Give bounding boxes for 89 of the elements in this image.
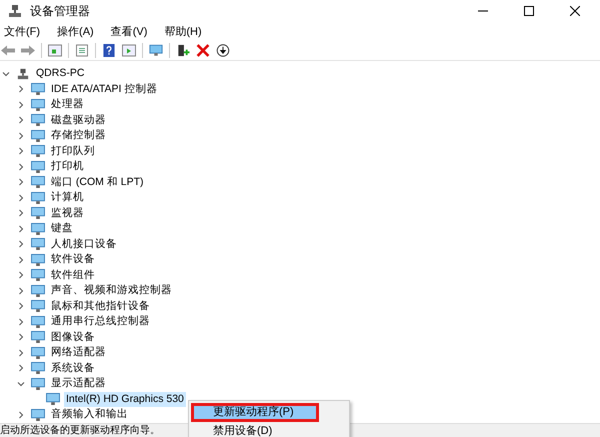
tree-item[interactable]: IDE ATA/ATAPI 控制器 [49, 82, 160, 97]
window-play-icon[interactable] [122, 44, 136, 56]
expand-chevron-icon[interactable] [17, 100, 25, 109]
tree-item[interactable]: 磁盘驱动器 [49, 112, 108, 128]
tree-item[interactable]: 端口 (COM 和 LPT) [49, 174, 146, 190]
tree-item[interactable]: 软件设备 [49, 252, 97, 268]
device-icon [31, 408, 45, 421]
monitor-scan-icon[interactable] [149, 44, 163, 56]
device-icon [31, 114, 45, 126]
tree-item[interactable]: 软件组件 [49, 268, 97, 283]
tree-item[interactable]: QDRS-PC [34, 66, 86, 82]
expand-chevron-icon[interactable] [17, 240, 25, 248]
device-icon [31, 98, 45, 111]
tree-item[interactable]: 通用串行总线控制器 [49, 314, 152, 330]
menu-item[interactable]: 文件(F) [4, 24, 40, 38]
maximize-icon[interactable] [524, 6, 534, 16]
tree-item[interactable]: 声音、视频和游戏控制器 [49, 283, 174, 298]
expand-chevron-icon[interactable] [17, 302, 25, 310]
expand-chevron-icon[interactable] [17, 271, 25, 280]
device-icon [31, 284, 45, 297]
device-icon [31, 331, 45, 344]
tree-item[interactable]: 音频输入和输出 [49, 407, 130, 422]
computer-icon [16, 68, 30, 80]
expand-chevron-icon[interactable] [17, 147, 25, 156]
tree-item[interactable]: Intel(R) HD Graphics 530 [64, 392, 186, 407]
tree-item[interactable]: 打印机 [49, 159, 86, 174]
download-icon[interactable] [216, 44, 230, 56]
tree-item[interactable]: 鼠标和其他指针设备 [49, 298, 152, 314]
expand-chevron-icon[interactable] [17, 224, 25, 233]
expand-chevron-icon[interactable] [17, 286, 25, 295]
tree-item[interactable]: 键盘 [49, 221, 75, 236]
expand-chevron-icon[interactable] [17, 410, 25, 419]
device-icon [31, 378, 45, 390]
expand-chevron-icon[interactable] [2, 70, 10, 78]
tree-item[interactable]: 存储控制器 [49, 128, 108, 144]
expand-chevron-icon[interactable] [17, 333, 25, 342]
expand-chevron-icon[interactable] [17, 318, 25, 326]
device-icon [31, 362, 45, 374]
expand-chevron-icon[interactable] [17, 116, 25, 124]
tree-item[interactable]: 监视器 [49, 206, 86, 221]
device-icon [31, 207, 45, 220]
context-menu-item[interactable]: 更新驱动程序(P) [191, 403, 319, 422]
menu-item[interactable]: 操作(A) [57, 24, 94, 38]
device-icon [31, 300, 45, 312]
tree-item[interactable]: 图像设备 [49, 330, 97, 345]
expand-chevron-icon[interactable] [17, 162, 25, 171]
back-arrow-icon[interactable] [1, 44, 15, 56]
device-icon [31, 269, 45, 282]
tree-item[interactable]: 人机接口设备 [49, 236, 119, 252]
device-icon [31, 130, 45, 142]
device-icon [31, 83, 45, 96]
expand-chevron-icon[interactable] [17, 132, 25, 140]
status-text: 启动所选设备的更新驱动程序向导。 [0, 425, 160, 436]
tree-item[interactable]: 处理器 [49, 97, 86, 112]
expand-chevron-icon[interactable] [17, 209, 25, 218]
device-icon [31, 192, 45, 204]
expand-chevron-icon[interactable] [17, 364, 25, 372]
expand-chevron-icon[interactable] [17, 380, 25, 388]
help-icon[interactable] [102, 44, 116, 56]
device-icon [31, 222, 45, 235]
menu-item[interactable]: 查看(V) [110, 24, 148, 38]
device-icon [31, 346, 45, 359]
tree-item[interactable]: 网络适配器 [49, 345, 108, 360]
device-icon [31, 238, 45, 250]
device-manager-icon [8, 4, 22, 18]
forward-arrow-icon[interactable] [21, 44, 35, 56]
properties-window-icon[interactable] [48, 44, 62, 56]
window-title: 设备管理器 [30, 2, 90, 20]
context-menu-item[interactable]: 禁用设备(D) [191, 422, 347, 437]
device-icon [31, 254, 45, 266]
device-icon [46, 393, 60, 406]
tree-item[interactable]: 系统设备 [49, 360, 97, 376]
tree-item[interactable]: 计算机 [49, 190, 86, 206]
device-icon [31, 176, 45, 188]
remove-icon[interactable] [196, 44, 210, 56]
expand-chevron-icon[interactable] [17, 194, 25, 202]
expand-chevron-icon[interactable] [17, 256, 25, 264]
document-icon[interactable] [75, 44, 89, 56]
tree-item[interactable]: 打印队列 [49, 144, 97, 159]
close-icon[interactable] [570, 6, 580, 16]
device-icon [31, 160, 45, 173]
device-icon [31, 316, 45, 328]
expand-chevron-icon[interactable] [17, 348, 25, 357]
device-add-icon[interactable] [176, 44, 190, 56]
expand-chevron-icon[interactable] [17, 85, 25, 94]
menu-item[interactable]: 帮助(H) [164, 24, 202, 38]
tree-item[interactable]: 显示适配器 [49, 376, 108, 392]
expand-chevron-icon[interactable] [17, 178, 25, 186]
device-icon [31, 145, 45, 158]
